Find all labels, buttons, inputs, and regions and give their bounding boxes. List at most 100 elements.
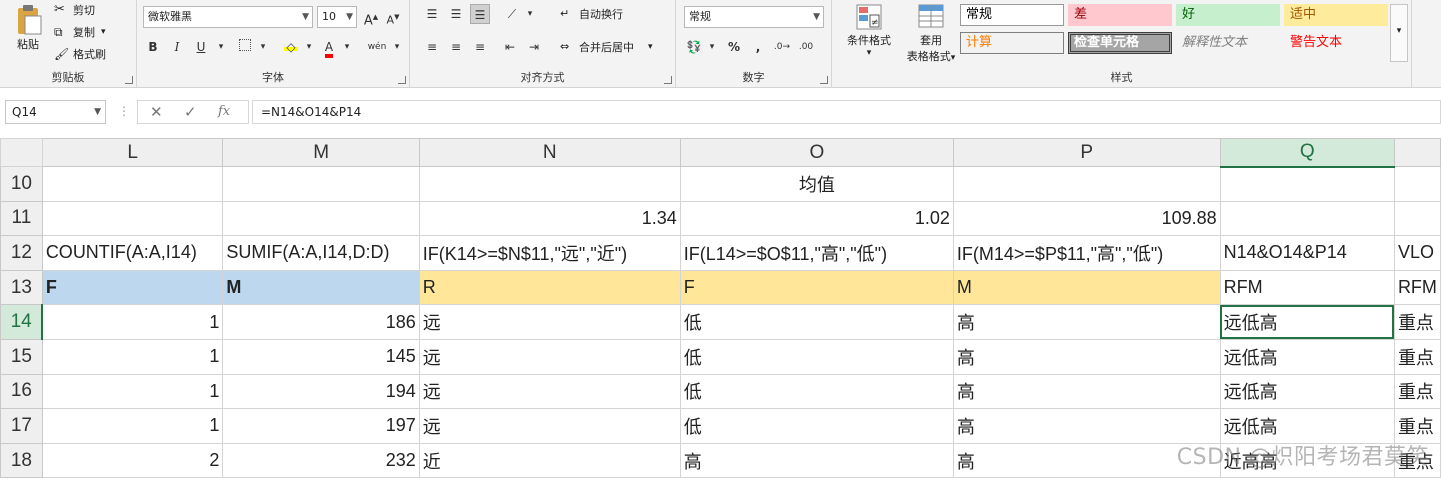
cell[interactable]: 均值	[679, 166, 954, 202]
border-button[interactable]	[235, 37, 255, 57]
cell[interactable]: 低	[679, 408, 954, 444]
merge-dropdown-icon[interactable]: ▾	[648, 42, 653, 52]
row-header[interactable]: 17	[0, 408, 43, 444]
cell[interactable]: 高	[952, 304, 1221, 340]
cell[interactable]	[222, 166, 420, 202]
column-header[interactable]: O	[679, 138, 954, 167]
row-header[interactable]: 14	[0, 304, 44, 340]
select-all-corner[interactable]	[0, 138, 43, 167]
decrease-decimal-icon[interactable]: .00	[796, 37, 816, 57]
format-painter-button[interactable]: 🖌 格式刷	[54, 46, 106, 62]
cell[interactable]	[418, 166, 681, 202]
comma-button[interactable]: ,	[748, 37, 768, 57]
number-format-select[interactable]: 常规 ▼	[684, 6, 824, 28]
cell[interactable]: 远	[418, 338, 681, 375]
cell[interactable]: COUNTIF(A:A,I14)	[41, 235, 224, 271]
formula-input[interactable]: =N14&O14&P14	[252, 100, 1441, 124]
row-header[interactable]: 12	[0, 235, 43, 271]
cell-style-3[interactable]: 适中	[1284, 4, 1388, 26]
column-header[interactable]: M	[222, 138, 420, 167]
cell[interactable]: SUMIF(A:A,I14,D:D)	[222, 235, 420, 271]
column-header[interactable]	[1393, 138, 1441, 167]
cell-style-0[interactable]: 常规	[960, 4, 1064, 26]
increase-indent-icon[interactable]: ⇥	[524, 37, 544, 57]
format-as-table-button[interactable]: 套用 表格格式▾	[902, 2, 960, 64]
percent-button[interactable]: %	[724, 37, 744, 57]
align-right-icon[interactable]: ≡	[470, 37, 490, 57]
cell[interactable]: 低	[679, 304, 954, 340]
wrap-text-button[interactable]: ↵ 自动换行	[560, 6, 623, 22]
cell[interactable]	[41, 200, 224, 237]
row-header[interactable]: 11	[0, 200, 43, 237]
cell-style-1[interactable]: 差	[1068, 4, 1172, 26]
formula-bar-grip-icon[interactable]: ⋮	[118, 104, 130, 118]
underline-button[interactable]: U	[191, 37, 211, 57]
cell[interactable]: 重点	[1393, 373, 1441, 410]
cell[interactable]: 1	[41, 338, 224, 375]
cell[interactable]	[952, 166, 1221, 202]
cell-style-6[interactable]: 解释性文本	[1176, 32, 1280, 54]
cell[interactable]: 1.34	[418, 200, 681, 237]
cell-style-7[interactable]: 警告文本	[1284, 32, 1388, 54]
cancel-icon[interactable]: ✕	[150, 103, 163, 121]
cell[interactable]: 1.02	[679, 200, 954, 237]
phonetic-dropdown-icon[interactable]: ▾	[387, 37, 407, 57]
font-launcher-icon[interactable]	[398, 76, 406, 84]
cell[interactable]: 低	[679, 373, 954, 410]
cell[interactable]: 远低高	[1219, 373, 1395, 410]
cell[interactable]: 重点	[1393, 408, 1441, 444]
font-color-dropdown-icon[interactable]: ▾	[337, 37, 357, 57]
cell[interactable]: 低	[679, 338, 954, 375]
column-header[interactable]: P	[952, 138, 1221, 167]
cell[interactable]: 远	[418, 304, 681, 340]
cell[interactable]: 近高高	[1219, 442, 1395, 479]
align-top-icon[interactable]: ☰	[422, 4, 442, 24]
font-size-select[interactable]: 10 ▼	[317, 6, 357, 28]
cell[interactable]: N14&O14&P14	[1219, 235, 1395, 271]
cell[interactable]: 高	[952, 373, 1221, 410]
cell[interactable]: RFM	[1393, 269, 1441, 306]
fill-dropdown-icon[interactable]: ▾	[299, 37, 319, 57]
cell[interactable]: IF(L14>=$O$11,"高","低")	[679, 235, 954, 271]
cell[interactable]	[222, 200, 420, 237]
cell[interactable]	[1393, 200, 1441, 237]
cell[interactable]	[41, 166, 224, 202]
cell[interactable]: 远低高	[1219, 304, 1395, 340]
row-header[interactable]: 16	[0, 373, 43, 410]
cell[interactable]: 1	[41, 408, 224, 444]
name-box[interactable]: Q14 ▼	[5, 100, 106, 124]
phonetic-button[interactable]: wén	[365, 37, 389, 57]
cell[interactable]: 高	[952, 408, 1221, 444]
cell-style-5[interactable]: 检查单元格	[1068, 32, 1172, 54]
number-launcher-icon[interactable]	[820, 76, 828, 84]
merge-center-button[interactable]: ⇔ 合并后居中 ▾	[560, 39, 653, 55]
bold-button[interactable]: B	[143, 37, 163, 57]
underline-dropdown-icon[interactable]: ▾	[211, 37, 231, 57]
cell-style-4[interactable]: 计算	[960, 32, 1064, 54]
cell[interactable]: 186	[222, 304, 420, 340]
fill-color-button[interactable]: ◇	[281, 37, 301, 57]
cell[interactable]	[1393, 166, 1441, 202]
clipboard-launcher-icon[interactable]	[125, 76, 133, 84]
styles-gallery-scroll[interactable]: ▾	[1390, 4, 1408, 62]
cell[interactable]: M	[952, 269, 1221, 306]
cell[interactable]: F	[679, 269, 954, 306]
row-header[interactable]: 13	[0, 269, 43, 306]
cell[interactable]: 1	[41, 373, 224, 410]
column-header[interactable]: L	[41, 138, 224, 167]
cell[interactable]: 1	[41, 304, 224, 340]
cell[interactable]: F	[41, 269, 224, 306]
italic-button[interactable]: I	[167, 37, 187, 57]
cell[interactable]: 145	[222, 338, 420, 375]
cell[interactable]: 远低高	[1219, 408, 1395, 444]
cell[interactable]: 远	[418, 408, 681, 444]
cell[interactable]: 194	[222, 373, 420, 410]
insert-function-icon[interactable]: fx	[218, 104, 230, 119]
cell[interactable]: IF(K14>=$N$11,"远","近")	[418, 235, 681, 271]
enter-icon[interactable]: ✓	[184, 103, 197, 121]
column-header[interactable]: N	[418, 138, 681, 167]
cell[interactable]: RFM	[1219, 269, 1395, 306]
cell[interactable]: 232	[222, 442, 420, 479]
copy-dropdown-icon[interactable]: ▾	[101, 27, 106, 37]
decrease-indent-icon[interactable]: ⇤	[500, 37, 520, 57]
